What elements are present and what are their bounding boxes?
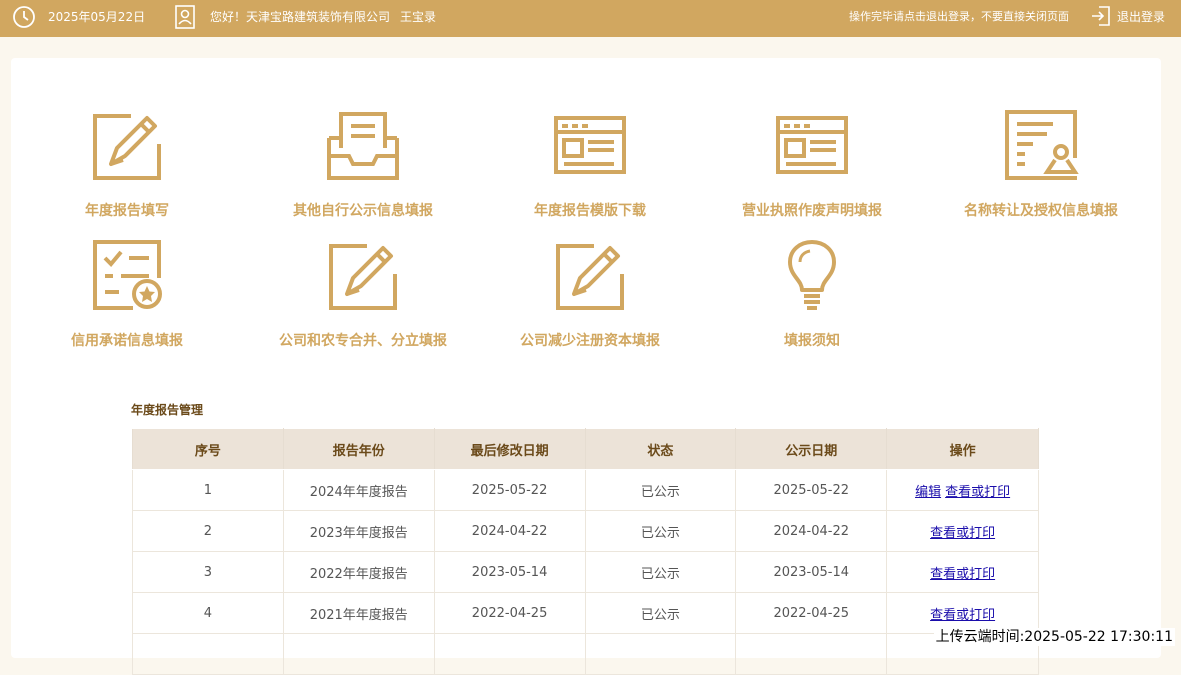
row-index: 4 bbox=[132, 592, 284, 634]
greeting-text: 您好！天津宝路建筑装饰有限公司 王宝录 bbox=[210, 10, 436, 24]
menu-label: 年度报告填写 bbox=[85, 203, 169, 219]
menu-filing-notice[interactable]: 填报须知 bbox=[712, 238, 912, 350]
annual-report-table: 序号 报告年份 最后修改日期 状态 公示日期 操作 1 2024年年度报告 20… bbox=[132, 428, 1039, 675]
row-index: 2 bbox=[132, 510, 284, 552]
view-print-link[interactable]: 查看或打印 bbox=[930, 526, 995, 541]
publish-date: 2023-05-14 bbox=[735, 551, 888, 593]
menu-template-download[interactable]: 年度报告模版下载 bbox=[490, 108, 690, 220]
document-stamp-icon bbox=[1005, 110, 1079, 180]
publish-date: 2024-04-22 bbox=[735, 510, 888, 552]
user-badge-icon bbox=[175, 5, 195, 29]
pencil-edit-icon bbox=[93, 114, 161, 180]
menu-annual-report-fill[interactable]: 年度报告填写 bbox=[27, 108, 227, 220]
row-index: 1 bbox=[132, 469, 284, 511]
publish-date: 2022-04-25 bbox=[735, 592, 888, 634]
status-text: 已公示 bbox=[584, 551, 737, 593]
view-print-link[interactable]: 查看或打印 bbox=[930, 608, 995, 623]
report-year: 2021年年度报告 bbox=[282, 592, 435, 634]
menu-credit-commitment[interactable]: 信用承诺信息填报 bbox=[27, 238, 227, 350]
pencil-edit-icon bbox=[556, 244, 624, 310]
top-bar: 2025年05月22日 您好！天津宝路建筑装饰有限公司 王宝录 操作完毕请点击退出… bbox=[0, 0, 1181, 37]
status-text: 已公示 bbox=[584, 510, 737, 552]
menu-label: 营业执照作废声明填报 bbox=[742, 203, 882, 219]
table-row: 4 2021年年度报告 2022-04-25 已公示 2022-04-25 查看… bbox=[132, 592, 1039, 634]
column-header: 最后修改日期 bbox=[433, 428, 586, 470]
column-header: 序号 bbox=[132, 428, 284, 470]
logout-icon[interactable] bbox=[1090, 5, 1112, 27]
menu-other-disclosure[interactable]: 其他自行公示信息填报 bbox=[263, 108, 463, 220]
main-panel: 年度报告填写 其他自行公示信息填报 年度报告模版下载 营业执照作废声明填报 名称… bbox=[11, 58, 1161, 675]
column-header: 报告年份 bbox=[282, 428, 435, 470]
report-year: 2024年年度报告 bbox=[282, 469, 435, 511]
logout-notice: 操作完毕请点击退出登录，不要直接关闭页面 bbox=[849, 10, 1069, 23]
template-window-icon bbox=[776, 116, 848, 174]
company-name: 您好！天津宝路建筑装饰有限公司 bbox=[210, 10, 391, 24]
column-header: 公示日期 bbox=[735, 428, 888, 470]
menu-capital-reduction[interactable]: 公司减少注册资本填报 bbox=[490, 238, 690, 350]
edit-link[interactable]: 编辑 bbox=[915, 485, 941, 500]
menu-label: 公司和农专合并、分立填报 bbox=[279, 333, 447, 349]
row-actions: 编辑 查看或打印 bbox=[886, 469, 1039, 511]
last-modified-date: 2025-05-22 bbox=[433, 469, 586, 511]
upload-time: 上传云端时间:2025-05-22 17:30:11 bbox=[933, 628, 1175, 646]
table-row: 1 2024年年度报告 2025-05-22 已公示 2025-05-22 编辑… bbox=[132, 469, 1039, 511]
annual-report-management-title: 年度报告管理 bbox=[131, 403, 204, 417]
menu-label: 信用承诺信息填报 bbox=[71, 333, 183, 349]
publish-date: 2025-05-22 bbox=[735, 469, 888, 511]
logout-link[interactable]: 退出登录 bbox=[1117, 10, 1165, 24]
menu-label: 名称转让及授权信息填报 bbox=[964, 203, 1118, 219]
row-actions: 查看或打印 bbox=[886, 551, 1039, 593]
menu-label: 公司减少注册资本填报 bbox=[520, 333, 660, 349]
row-actions: 查看或打印 bbox=[886, 510, 1039, 552]
last-modified-date: 2024-04-22 bbox=[433, 510, 586, 552]
view-print-link[interactable]: 查看或打印 bbox=[945, 485, 1010, 500]
view-print-link[interactable]: 查看或打印 bbox=[930, 567, 995, 582]
pencil-edit-icon bbox=[329, 244, 397, 310]
menu-label: 年度报告模版下载 bbox=[534, 203, 646, 219]
table-row: 3 2022年年度报告 2023-05-14 已公示 2023-05-14 查看… bbox=[132, 551, 1039, 593]
status-text: 已公示 bbox=[584, 469, 737, 511]
menu-label: 其他自行公示信息填报 bbox=[293, 203, 433, 219]
current-date: 2025年05月22日 bbox=[48, 10, 146, 24]
inbox-tray-icon bbox=[327, 112, 399, 180]
status-text: 已公示 bbox=[584, 592, 737, 634]
report-year: 2023年年度报告 bbox=[282, 510, 435, 552]
user-name: 王宝录 bbox=[400, 10, 437, 24]
table-row: 2 2023年年度报告 2024-04-22 已公示 2024-04-22 查看… bbox=[132, 510, 1039, 552]
row-index: 3 bbox=[132, 551, 284, 593]
table-header-row: 序号 报告年份 最后修改日期 状态 公示日期 操作 bbox=[132, 428, 1039, 470]
report-year: 2022年年度报告 bbox=[282, 551, 435, 593]
menu-merger-division[interactable]: 公司和农专合并、分立填报 bbox=[263, 238, 463, 350]
column-header: 操作 bbox=[886, 428, 1039, 470]
last-modified-date: 2023-05-14 bbox=[433, 551, 586, 593]
table-row bbox=[132, 633, 1039, 675]
lightbulb-icon bbox=[788, 240, 836, 310]
checklist-badge-icon bbox=[93, 240, 162, 310]
menu-license-void[interactable]: 营业执照作废声明填报 bbox=[712, 108, 912, 220]
column-header: 状态 bbox=[584, 428, 737, 470]
menu-label: 填报须知 bbox=[784, 333, 840, 349]
template-window-icon bbox=[554, 116, 626, 174]
clock-icon bbox=[13, 6, 35, 28]
last-modified-date: 2022-04-25 bbox=[433, 592, 586, 634]
menu-name-transfer[interactable]: 名称转让及授权信息填报 bbox=[941, 108, 1141, 220]
